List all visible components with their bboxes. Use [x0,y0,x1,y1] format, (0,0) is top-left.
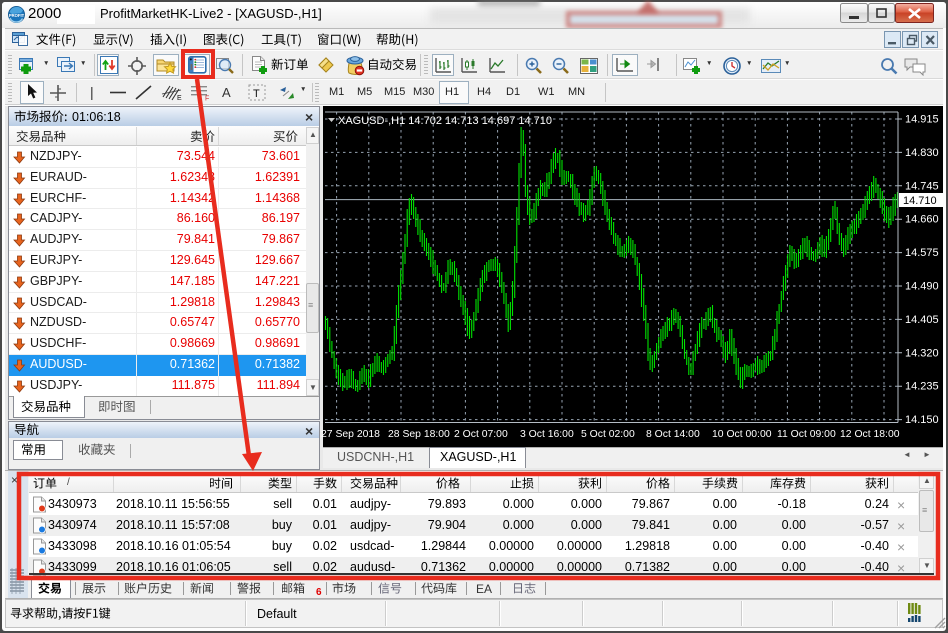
svg-text:12 Oct 18:00: 12 Oct 18:00 [840,429,900,440]
svg-text:5 Oct 02:00: 5 Oct 02:00 [581,429,635,440]
svg-text:14.745: 14.745 [905,180,939,192]
svg-text:28 Sep 18:00: 28 Sep 18:00 [388,429,450,440]
svg-text:14.710: 14.710 [903,195,937,207]
svg-text:8 Oct 14:00: 8 Oct 14:00 [646,429,700,440]
svg-text:14.915: 14.915 [905,114,939,126]
svg-text:14.405: 14.405 [905,314,939,326]
svg-text:2 Oct 07:00: 2 Oct 07:00 [454,429,508,440]
svg-text:10 Oct 00:00: 10 Oct 00:00 [712,429,772,440]
svg-text:14.660: 14.660 [905,214,939,226]
svg-text:XAGUSD-,H1 14.702 14.713 14.6: XAGUSD-,H1 14.702 14.713 14.697 14.710 [338,115,552,127]
svg-text:14.575: 14.575 [905,247,939,259]
svg-text:14.320: 14.320 [905,347,939,359]
svg-text:11 Oct 09:00: 11 Oct 09:00 [777,429,836,440]
svg-text:3 Oct 16:00: 3 Oct 16:00 [520,429,574,440]
svg-text:14.490: 14.490 [905,281,939,293]
svg-text:14.150: 14.150 [905,414,939,426]
svg-text:27 Sep 2018: 27 Sep 2018 [321,429,380,440]
svg-text:14.830: 14.830 [905,147,939,159]
svg-text:14.235: 14.235 [905,381,939,393]
